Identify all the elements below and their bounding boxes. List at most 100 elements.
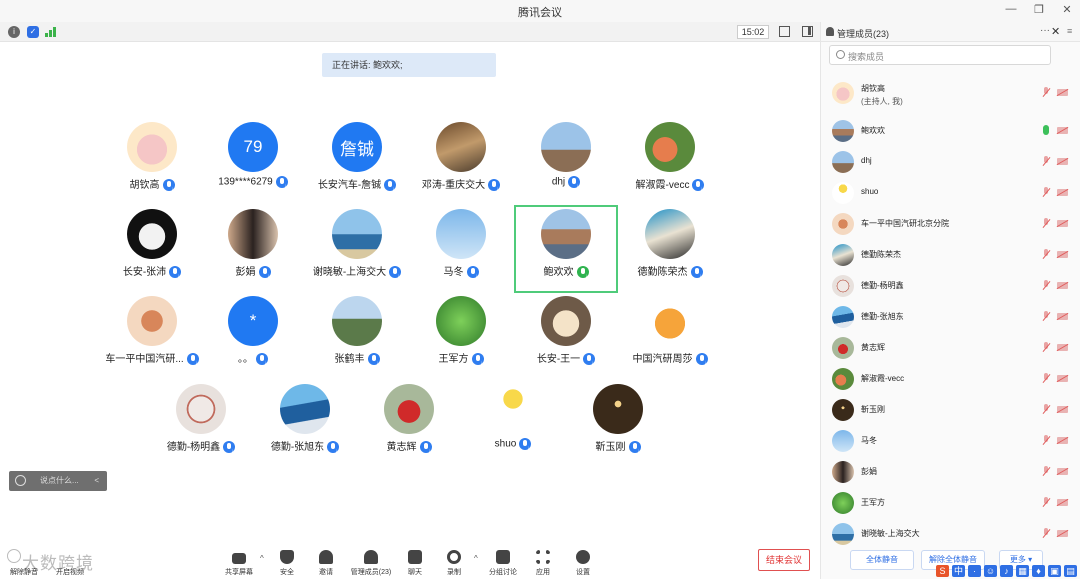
member-row[interactable]: shuo <box>821 177 1080 208</box>
restore-icon[interactable]: ❐ <box>1032 3 1046 16</box>
participant-tile[interactable]: 79 139****6279 <box>201 118 305 206</box>
tray-icon[interactable]: S <box>936 565 949 577</box>
camera-off-icon[interactable] <box>1057 406 1068 413</box>
participant-tile[interactable]: 德勤-杨明鑫 <box>149 380 253 468</box>
participant-name: 靳玉刚 <box>595 442 626 453</box>
participant-tile[interactable]: 黄志辉 <box>357 380 461 468</box>
tray-icon[interactable]: ▣ <box>1048 565 1061 577</box>
mic-muted-icon[interactable] <box>1041 87 1051 98</box>
camera-off-icon[interactable] <box>1057 127 1068 134</box>
tray-icon[interactable]: 中 <box>952 565 965 577</box>
camera-off-icon[interactable] <box>1057 530 1068 537</box>
mic-on-icon[interactable] <box>1043 125 1049 135</box>
participant-tile[interactable]: 车一平中国汽研... <box>100 292 204 380</box>
member-row[interactable]: 德勤-张旭东 <box>821 301 1080 332</box>
member-row[interactable]: 彭娟 <box>821 456 1080 487</box>
close-panel-icon[interactable]: ✕ <box>1051 25 1060 38</box>
participant-tile[interactable]: 长安-张沛 <box>100 205 204 293</box>
camera-off-icon[interactable] <box>1057 344 1068 351</box>
camera-off-icon[interactable] <box>1057 499 1068 506</box>
mic-muted-icon[interactable] <box>1041 528 1051 539</box>
camera-off-icon[interactable] <box>1057 437 1068 444</box>
participant-tile[interactable]: 谢晓敏-上海交大 <box>305 205 409 293</box>
participant-tile[interactable]: 彭娟 <box>201 205 305 293</box>
window-title: 腾讯会议 <box>518 7 562 19</box>
participant-tile[interactable]: 鲍欢欢 <box>514 205 618 293</box>
participant-tile[interactable]: 胡钦高 <box>100 118 204 206</box>
member-row[interactable]: 靳玉刚 <box>821 394 1080 425</box>
member-row[interactable]: 车一平中国汽研北京分院 <box>821 208 1080 239</box>
camera-off-icon[interactable] <box>1057 375 1068 382</box>
participant-tile[interactable]: 邓涛-重庆交大 <box>409 118 513 206</box>
participant-tile[interactable]: 解淑霞-vecc <box>618 118 722 206</box>
mic-muted-icon[interactable] <box>1041 435 1051 446</box>
camera-off-icon[interactable] <box>1057 189 1068 196</box>
member-row[interactable]: 王军方 <box>821 487 1080 518</box>
member-row[interactable]: 解淑霞-vecc <box>821 363 1080 394</box>
menu-icon[interactable]: ≡ <box>1067 26 1072 36</box>
member-search-input[interactable]: 搜索成员 <box>829 45 1051 65</box>
member-row[interactable]: 谢晓敏-上海交大 <box>821 518 1080 549</box>
signal-icon[interactable] <box>44 26 58 38</box>
participant-tile[interactable]: 德勤陈荣杰 <box>618 205 722 293</box>
tray-icon[interactable]: · <box>968 565 981 577</box>
tray-icon[interactable]: ♪ <box>1000 565 1013 577</box>
participant-tile[interactable]: 张鹤丰 <box>305 292 409 380</box>
mic-muted-icon[interactable] <box>1041 466 1051 477</box>
mic-muted-icon[interactable] <box>1041 342 1051 353</box>
mic-muted-icon[interactable] <box>1041 187 1051 198</box>
mic-muted-icon[interactable] <box>1041 280 1051 291</box>
shield-icon[interactable]: ✓ <box>27 26 39 38</box>
mic-muted-icon[interactable] <box>1041 249 1051 260</box>
participant-tile[interactable]: shuo <box>461 380 565 468</box>
mic-muted-icon[interactable] <box>1041 404 1051 415</box>
collapse-icon[interactable]: < <box>94 471 99 491</box>
fullscreen-icon[interactable] <box>779 26 790 37</box>
member-row[interactable]: 胡钦高 (主持人, 我) <box>821 77 1080 115</box>
info-icon[interactable]: i <box>8 26 20 38</box>
member-row[interactable]: 黄志辉 <box>821 332 1080 363</box>
participant-tile[interactable]: 王军方 <box>409 292 513 380</box>
camera-off-icon[interactable] <box>1057 251 1068 258</box>
camera-off-icon[interactable] <box>1057 220 1068 227</box>
avatar <box>832 337 854 359</box>
close-icon[interactable]: ✕ <box>1060 3 1074 16</box>
camera-off-icon[interactable] <box>1057 468 1068 475</box>
minimize-icon[interactable]: — <box>1004 3 1018 16</box>
more-icon[interactable]: ··· <box>1040 25 1050 36</box>
mic-muted-icon[interactable] <box>1041 497 1051 508</box>
camera-off-icon[interactable] <box>1057 158 1068 165</box>
member-row[interactable]: dhj <box>821 146 1080 177</box>
video-button[interactable]: 开启视频 <box>46 548 94 578</box>
tray-icon[interactable]: ☺ <box>984 565 997 577</box>
participant-tile[interactable]: 马冬 <box>409 205 513 293</box>
participant-tile[interactable]: 詹铖 长安汽车-詹铖 <box>305 118 409 206</box>
member-row[interactable]: 马冬 <box>821 425 1080 456</box>
camera-off-icon[interactable] <box>1057 282 1068 289</box>
participant-tile[interactable]: 靳玉刚 <box>566 380 670 468</box>
chat-input[interactable]: 说点什么... < <box>9 471 107 491</box>
participant-tile[interactable]: 长安-王一 <box>514 292 618 380</box>
mic-muted-icon[interactable] <box>1041 373 1051 384</box>
mic-muted-icon[interactable] <box>1041 218 1051 229</box>
settings-label: 设置 <box>576 569 590 576</box>
mic-muted-icon[interactable] <box>1041 156 1051 167</box>
camera-off-icon[interactable] <box>1057 313 1068 320</box>
participant-tile[interactable]: 中国汽研周莎 <box>618 292 722 380</box>
end-meeting-button[interactable]: 结束会议 <box>758 549 810 571</box>
tray-icon[interactable]: ▤ <box>1064 565 1077 577</box>
participant-tile[interactable]: 德勤-张旭东 <box>253 380 357 468</box>
member-row[interactable]: 德勤-杨明鑫 <box>821 270 1080 301</box>
settings-button[interactable]: 设置 <box>559 548 607 578</box>
member-row[interactable]: 德勤陈荣杰 <box>821 239 1080 270</box>
mute-all-button[interactable]: 全体静音 <box>850 550 914 570</box>
mic-muted-icon[interactable] <box>1041 311 1051 322</box>
layout-icon[interactable] <box>802 26 813 37</box>
participant-tile[interactable]: * 。。 <box>201 292 305 380</box>
tray-icon[interactable]: ▦ <box>1016 565 1029 577</box>
tray-icon[interactable]: ♦ <box>1032 565 1045 577</box>
emoji-icon[interactable] <box>15 475 26 486</box>
camera-off-icon[interactable] <box>1057 89 1068 96</box>
member-row[interactable]: 鲍欢欢 <box>821 115 1080 146</box>
participant-tile[interactable]: dhj <box>514 118 618 206</box>
